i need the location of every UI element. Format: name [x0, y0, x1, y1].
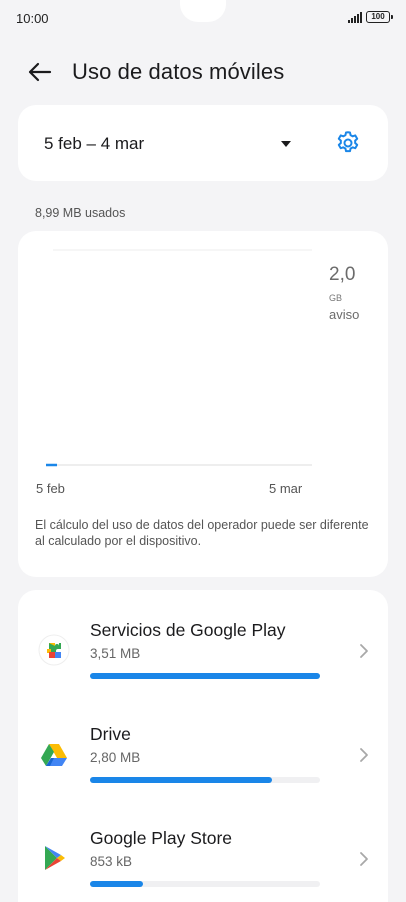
app-name: Google Play Store [90, 828, 233, 848]
usage-chart-card: 2,0 GB aviso 5 feb 5 mar El cálculo del … [18, 231, 388, 577]
gear-icon [337, 131, 359, 153]
usage-bar [90, 777, 320, 783]
signal-icon [348, 11, 362, 23]
usage-bar-fill [90, 881, 143, 887]
back-button[interactable] [24, 56, 56, 88]
date-range-selector[interactable]: 5 feb – 4 mar [44, 134, 144, 154]
app-row-google-play-store[interactable]: Google Play Store 853 kB [18, 798, 388, 900]
status-icons: 100 [348, 11, 393, 23]
chart-limit-value: 2,0 [329, 264, 356, 285]
back-arrow-icon [28, 62, 52, 82]
status-bar: 10:00 100 [0, 0, 406, 40]
chevron-right-icon [360, 852, 368, 866]
app-data-size: 2,80 MB [90, 750, 141, 765]
app-name: Drive [90, 724, 131, 744]
chart-limit-unit: GB [329, 293, 343, 303]
usage-bar-fill [90, 777, 272, 783]
app-data-size: 3,51 MB [90, 646, 141, 661]
chart-disclaimer: El cálculo del uso de datos del operador… [35, 518, 369, 548]
settings-button[interactable] [334, 129, 362, 157]
camera-notch [180, 0, 226, 22]
chevron-right-icon [360, 748, 368, 762]
chart-x-end-label: 5 mar [269, 481, 303, 496]
chart-x-start-label: 5 feb [36, 481, 65, 496]
status-time: 10:00 [16, 11, 49, 26]
app-name: Servicios de Google Play [90, 620, 286, 640]
usage-bar [90, 881, 320, 887]
battery-icon: 100 [366, 11, 393, 23]
chevron-right-icon [360, 644, 368, 658]
google-play-services-icon [38, 634, 70, 666]
app-row-drive[interactable]: Drive 2,80 MB [18, 694, 388, 796]
app-data-size: 853 kB [90, 854, 133, 869]
dropdown-arrow-icon[interactable] [280, 140, 292, 148]
app-usage-list: Servicios de Google Play 3,51 MB Drive 2… [18, 590, 388, 902]
app-row-google-play-services[interactable]: Servicios de Google Play 3,51 MB [18, 590, 388, 692]
chart-limit-label: aviso [329, 307, 360, 322]
usage-bar-fill [90, 673, 320, 679]
data-used-label: 8,99 MB usados [35, 206, 126, 220]
page-title: Uso de datos móviles [72, 59, 285, 84]
date-range-card: 5 feb – 4 mar [18, 105, 388, 181]
google-drive-icon [41, 744, 67, 766]
app-header: Uso de datos móviles [0, 52, 406, 92]
google-play-store-icon [45, 846, 65, 870]
usage-bar [90, 673, 320, 679]
